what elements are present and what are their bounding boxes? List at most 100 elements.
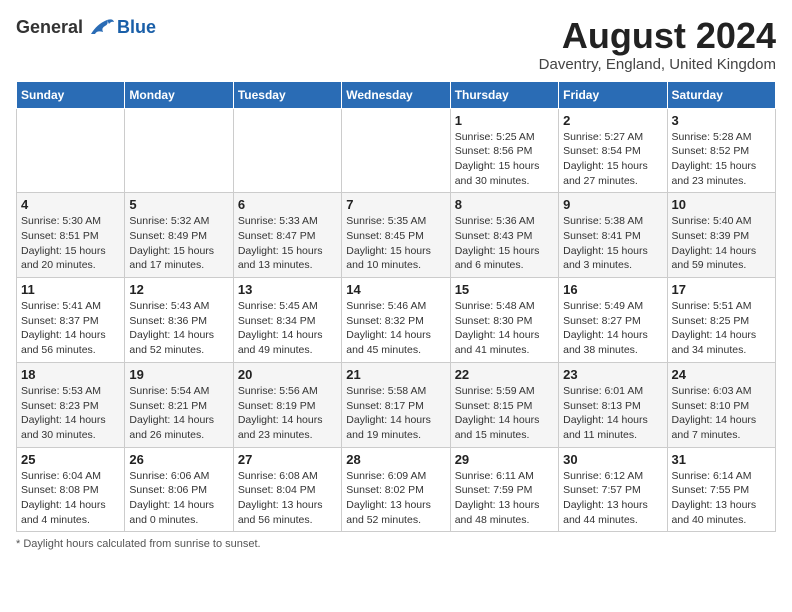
day-info: Sunrise: 5:36 AM Sunset: 8:43 PM Dayligh… [455, 214, 554, 273]
calendar-cell: 25 Sunrise: 6:04 AM Sunset: 8:08 PM Dayli… [17, 447, 125, 532]
day-number: 28 [346, 452, 445, 467]
day-number: 9 [563, 197, 662, 212]
calendar-cell: 12 Sunrise: 5:43 AM Sunset: 8:36 PM Dayli… [125, 278, 233, 363]
day-info: Sunrise: 5:33 AM Sunset: 8:47 PM Dayligh… [238, 214, 337, 273]
calendar-cell: 6Sunrise: 5:33 AM Sunset: 8:47 PM Daylig… [233, 193, 341, 278]
calendar-table: SundayMondayTuesdayWednesdayThursdayFrid… [16, 81, 776, 533]
day-info: Sunrise: 5:54 AM Sunset: 8:21 PM Dayligh… [129, 384, 228, 443]
calendar-cell: 27Sunrise: 6:08 AM Sunset: 8:04 PM Dayli… [233, 447, 341, 532]
column-header-monday: Monday [125, 81, 233, 108]
day-number: 15 [455, 282, 554, 297]
calendar-cell: 14 Sunrise: 5:46 AM Sunset: 8:32 PM Dayli… [342, 278, 450, 363]
day-number: 2 [563, 113, 662, 128]
day-info: Sunrise: 5:46 AM Sunset: 8:32 PM Dayligh… [346, 299, 445, 358]
calendar-cell [17, 108, 125, 193]
day-number: 19 [129, 367, 228, 382]
calendar-cell [233, 108, 341, 193]
day-info: Sunrise: 5:32 AM Sunset: 8:49 PM Dayligh… [129, 214, 228, 273]
day-number: 26 [129, 452, 228, 467]
day-info: Sunrise: 6:11 AM Sunset: 7:59 PM Dayligh… [455, 469, 554, 528]
calendar-cell: 31 Sunrise: 6:14 AM Sunset: 7:55 PM Dayli… [667, 447, 775, 532]
day-number: 24 [672, 367, 771, 382]
footer-note: * Daylight hours calculated from sunrise… [16, 538, 776, 550]
calendar-cell: 20Sunrise: 5:56 AM Sunset: 8:19 PM Dayli… [233, 362, 341, 447]
column-header-wednesday: Wednesday [342, 81, 450, 108]
day-number: 12 [129, 282, 228, 297]
calendar-week-row: 1 Sunrise: 5:25 AM Sunset: 8:56 PM Daylig… [17, 108, 776, 193]
calendar-cell [125, 108, 233, 193]
day-info: Sunrise: 5:59 AM Sunset: 8:15 PM Dayligh… [455, 384, 554, 443]
day-number: 17 [672, 282, 771, 297]
logo-general-text: General [16, 17, 83, 38]
day-number: 1 [455, 113, 554, 128]
calendar-cell: 24 Sunrise: 6:03 AM Sunset: 8:10 PM Dayli… [667, 362, 775, 447]
month-title: August 2024 [539, 16, 776, 56]
day-info: Sunrise: 5:41 AM Sunset: 8:37 PM Dayligh… [21, 299, 120, 358]
day-number: 31 [672, 452, 771, 467]
calendar-cell: 19 Sunrise: 5:54 AM Sunset: 8:21 PM Dayli… [125, 362, 233, 447]
calendar-cell: 9Sunrise: 5:38 AM Sunset: 8:41 PM Daylig… [559, 193, 667, 278]
logo-blue-text: Blue [117, 17, 156, 38]
column-header-sunday: Sunday [17, 81, 125, 108]
day-number: 30 [563, 452, 662, 467]
day-number: 7 [346, 197, 445, 212]
calendar-cell: 7 Sunrise: 5:35 AM Sunset: 8:45 PM Daylig… [342, 193, 450, 278]
day-info: Sunrise: 6:03 AM Sunset: 8:10 PM Dayligh… [672, 384, 771, 443]
logo: General Blue [16, 16, 156, 38]
calendar-cell: 3Sunrise: 5:28 AM Sunset: 8:52 PM Daylig… [667, 108, 775, 193]
day-info: Sunrise: 5:43 AM Sunset: 8:36 PM Dayligh… [129, 299, 228, 358]
day-info: Sunrise: 5:30 AM Sunset: 8:51 PM Dayligh… [21, 214, 120, 273]
day-info: Sunrise: 5:45 AM Sunset: 8:34 PM Dayligh… [238, 299, 337, 358]
day-number: 20 [238, 367, 337, 382]
calendar-week-row: 11 Sunrise: 5:41 AM Sunset: 8:37 PM Dayli… [17, 278, 776, 363]
day-number: 21 [346, 367, 445, 382]
calendar-week-row: 25 Sunrise: 6:04 AM Sunset: 8:08 PM Dayli… [17, 447, 776, 532]
day-number: 5 [129, 197, 228, 212]
day-info: Sunrise: 5:40 AM Sunset: 8:39 PM Dayligh… [672, 214, 771, 273]
calendar-cell: 10 Sunrise: 5:40 AM Sunset: 8:39 PM Dayli… [667, 193, 775, 278]
day-number: 23 [563, 367, 662, 382]
day-number: 14 [346, 282, 445, 297]
column-header-thursday: Thursday [450, 81, 558, 108]
calendar-cell: 5 Sunrise: 5:32 AM Sunset: 8:49 PM Daylig… [125, 193, 233, 278]
day-info: Sunrise: 5:58 AM Sunset: 8:17 PM Dayligh… [346, 384, 445, 443]
day-info: Sunrise: 6:04 AM Sunset: 8:08 PM Dayligh… [21, 469, 120, 528]
day-number: 13 [238, 282, 337, 297]
calendar-cell: 11 Sunrise: 5:41 AM Sunset: 8:37 PM Dayli… [17, 278, 125, 363]
calendar-cell: 30 Sunrise: 6:12 AM Sunset: 7:57 PM Dayli… [559, 447, 667, 532]
day-number: 10 [672, 197, 771, 212]
calendar-cell: 13 Sunrise: 5:45 AM Sunset: 8:34 PM Dayli… [233, 278, 341, 363]
day-info: Sunrise: 5:48 AM Sunset: 8:30 PM Dayligh… [455, 299, 554, 358]
calendar-cell: 21 Sunrise: 5:58 AM Sunset: 8:17 PM Dayli… [342, 362, 450, 447]
calendar-cell: 28Sunrise: 6:09 AM Sunset: 8:02 PM Dayli… [342, 447, 450, 532]
day-info: Sunrise: 5:51 AM Sunset: 8:25 PM Dayligh… [672, 299, 771, 358]
calendar-cell: 22Sunrise: 5:59 AM Sunset: 8:15 PM Dayli… [450, 362, 558, 447]
day-number: 18 [21, 367, 120, 382]
column-header-friday: Friday [559, 81, 667, 108]
day-number: 8 [455, 197, 554, 212]
calendar-cell: 29 Sunrise: 6:11 AM Sunset: 7:59 PM Dayli… [450, 447, 558, 532]
logo-bird-icon [87, 16, 115, 38]
calendar-cell [342, 108, 450, 193]
day-info: Sunrise: 5:25 AM Sunset: 8:56 PM Dayligh… [455, 130, 554, 189]
calendar-week-row: 18Sunrise: 5:53 AM Sunset: 8:23 PM Dayli… [17, 362, 776, 447]
day-info: Sunrise: 5:35 AM Sunset: 8:45 PM Dayligh… [346, 214, 445, 273]
day-number: 25 [21, 452, 120, 467]
calendar-cell: 2 Sunrise: 5:27 AM Sunset: 8:54 PM Daylig… [559, 108, 667, 193]
day-info: Sunrise: 6:12 AM Sunset: 7:57 PM Dayligh… [563, 469, 662, 528]
day-number: 4 [21, 197, 120, 212]
day-number: 27 [238, 452, 337, 467]
title-area: August 2024 Daventry, England, United Ki… [539, 16, 776, 73]
location-text: Daventry, England, United Kingdom [539, 56, 776, 73]
calendar-cell: 16Sunrise: 5:49 AM Sunset: 8:27 PM Dayli… [559, 278, 667, 363]
page-header: General Blue August 2024 Daventry, Engla… [16, 16, 776, 73]
day-number: 29 [455, 452, 554, 467]
day-info: Sunrise: 6:14 AM Sunset: 7:55 PM Dayligh… [672, 469, 771, 528]
day-info: Sunrise: 5:27 AM Sunset: 8:54 PM Dayligh… [563, 130, 662, 189]
calendar-cell: 15 Sunrise: 5:48 AM Sunset: 8:30 PM Dayli… [450, 278, 558, 363]
column-header-saturday: Saturday [667, 81, 775, 108]
column-header-tuesday: Tuesday [233, 81, 341, 108]
day-info: Sunrise: 6:06 AM Sunset: 8:06 PM Dayligh… [129, 469, 228, 528]
day-info: Sunrise: 5:28 AM Sunset: 8:52 PM Dayligh… [672, 130, 771, 189]
day-number: 11 [21, 282, 120, 297]
